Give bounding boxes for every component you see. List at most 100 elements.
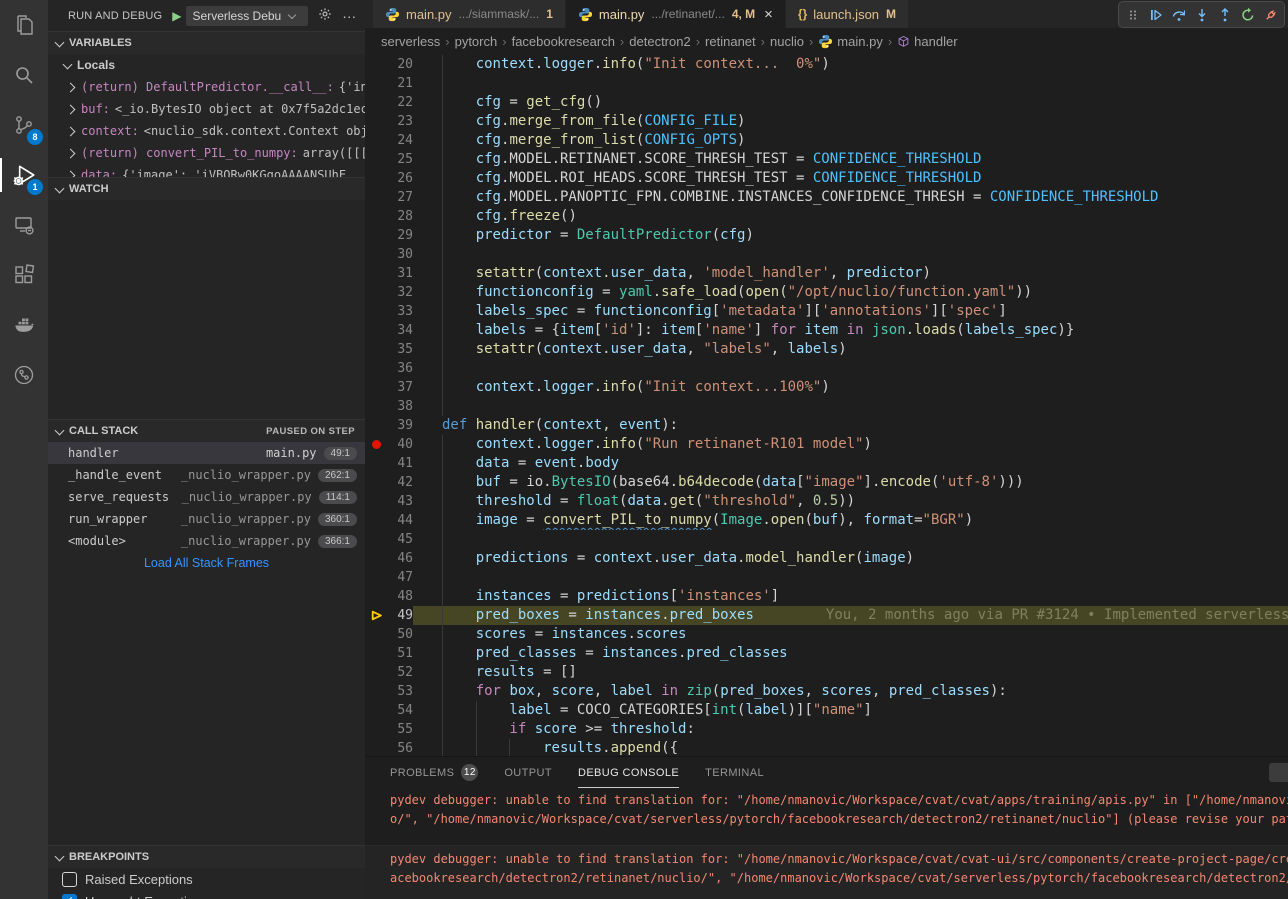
variable-row[interactable]: data:{'image': 'iVBORw0KGgoAAAANSUhE… xyxy=(48,164,365,177)
git-graph-icon[interactable] xyxy=(0,350,48,400)
gutter-glyph-margin[interactable] xyxy=(365,492,387,511)
gutter-glyph-margin[interactable] xyxy=(365,606,387,625)
gutter-glyph-margin[interactable] xyxy=(365,283,387,302)
gutter-glyph-margin[interactable] xyxy=(365,131,387,150)
gutter-glyph-margin[interactable] xyxy=(365,55,387,74)
breadcrumb-item[interactable]: pytorch xyxy=(455,34,498,49)
disconnect-icon[interactable] xyxy=(1259,4,1282,26)
load-all-stack-frames-link[interactable]: Load All Stack Frames xyxy=(48,552,365,574)
breakpoint-checkbox[interactable]: ✓ xyxy=(62,894,77,899)
line-content[interactable]: predictions = context.user_data.model_ha… xyxy=(413,549,1288,568)
gutter-glyph-margin[interactable] xyxy=(365,302,387,321)
panel-tab-debug-console[interactable]: DEBUG CONSOLE xyxy=(578,757,679,788)
line-content[interactable] xyxy=(413,245,1288,264)
breadcrumb-item[interactable]: main.py xyxy=(818,34,883,49)
line-content[interactable]: pred_classes = instances.pred_classes xyxy=(413,644,1288,663)
line-content[interactable]: setattr(context.user_data, "labels", lab… xyxy=(413,340,1288,359)
panel-tab-problems[interactable]: PROBLEMS12 xyxy=(390,757,478,788)
line-content[interactable]: predictor = DefaultPredictor(cfg) xyxy=(413,226,1288,245)
gutter-glyph-margin[interactable] xyxy=(365,587,387,606)
stack-frame-row[interactable]: run_wrapper_nuclio_wrapper.py360:1 xyxy=(48,508,365,530)
watch-header[interactable]: WATCH xyxy=(48,177,365,200)
gutter-glyph-margin[interactable] xyxy=(365,701,387,720)
step-out-icon[interactable] xyxy=(1213,4,1236,26)
code-line[interactable]: 31setattr(context.user_data, 'model_hand… xyxy=(365,264,1288,283)
gutter-glyph-margin[interactable] xyxy=(365,207,387,226)
line-content[interactable]: cfg = get_cfg() xyxy=(413,93,1288,112)
code-line[interactable]: 33labels_spec = functionconfig['metadata… xyxy=(365,302,1288,321)
line-content[interactable]: labels = {item['id']: item['name'] for i… xyxy=(413,321,1288,340)
code-line[interactable]: 55if score >= threshold: xyxy=(365,720,1288,739)
launch-config-dropdown[interactable]: Serverless Debu xyxy=(186,6,309,26)
code-line[interactable]: 51pred_classes = instances.pred_classes xyxy=(365,644,1288,663)
breakpoint-row[interactable]: ✓Uncaught Exceptions xyxy=(48,890,365,899)
code-line[interactable]: 44image = convert_PIL_to_numpy(Image.ope… xyxy=(365,511,1288,530)
line-content[interactable]: cfg.freeze() xyxy=(413,207,1288,226)
code-line[interactable]: 45 xyxy=(365,530,1288,549)
gutter-glyph-margin[interactable] xyxy=(365,378,387,397)
continue-icon[interactable] xyxy=(1144,4,1167,26)
gutter-glyph-margin[interactable] xyxy=(365,454,387,473)
gutter-glyph-margin[interactable] xyxy=(365,644,387,663)
code-line[interactable]: 26cfg.MODEL.ROI_HEADS.SCORE_THRESH_TEST … xyxy=(365,169,1288,188)
line-content[interactable]: image = convert_PIL_to_numpy(Image.open(… xyxy=(413,511,1288,530)
line-content[interactable] xyxy=(413,74,1288,93)
line-content[interactable]: data = event.body xyxy=(413,454,1288,473)
tab-launch.json[interactable]: {}launch.jsonM xyxy=(786,0,908,28)
line-content[interactable]: labels_spec = functionconfig['metadata']… xyxy=(413,302,1288,321)
code-line[interactable]: 35setattr(context.user_data, "labels", l… xyxy=(365,340,1288,359)
breadcrumb-item[interactable]: nuclio xyxy=(770,34,804,49)
code-line[interactable]: 23cfg.merge_from_file(CONFIG_FILE) xyxy=(365,112,1288,131)
stack-frame-row[interactable]: handlermain.py49:1 xyxy=(48,442,365,464)
line-content[interactable]: cfg.merge_from_file(CONFIG_FILE) xyxy=(413,112,1288,131)
breadcrumb-item[interactable]: facebookresearch xyxy=(512,34,615,49)
code-line[interactable]: 43threshold = float(data.get("threshold"… xyxy=(365,492,1288,511)
line-content[interactable] xyxy=(413,359,1288,378)
code-line[interactable]: 52results = [] xyxy=(365,663,1288,682)
code-line[interactable]: 39def handler(context, event): xyxy=(365,416,1288,435)
gutter-glyph-margin[interactable] xyxy=(365,720,387,739)
gutter-glyph-margin[interactable] xyxy=(365,416,387,435)
variable-row[interactable]: context:<nuclio_sdk.context.Context obje… xyxy=(48,120,365,142)
code-line[interactable]: 54label = COCO_CATEGORIES[int(label)]["n… xyxy=(365,701,1288,720)
variables-header[interactable]: VARIABLES xyxy=(48,31,365,54)
variable-row[interactable]: (return) convert_PIL_to_numpy:array([[[ … xyxy=(48,142,365,164)
docker-icon[interactable] xyxy=(0,300,48,350)
code-line[interactable]: 53for box, score, label in zip(pred_boxe… xyxy=(365,682,1288,701)
gutter-glyph-margin[interactable] xyxy=(365,112,387,131)
code-line[interactable]: 46predictions = context.user_data.model_… xyxy=(365,549,1288,568)
step-over-icon[interactable] xyxy=(1167,4,1190,26)
code-line[interactable]: 36 xyxy=(365,359,1288,378)
breadcrumb-item[interactable]: detectron2 xyxy=(629,34,690,49)
code-line[interactable]: 38 xyxy=(365,397,1288,416)
gutter-glyph-margin[interactable] xyxy=(365,226,387,245)
line-content[interactable]: cfg.MODEL.ROI_HEADS.SCORE_THRESH_TEST = … xyxy=(413,169,1288,188)
variable-row[interactable]: buf:<_io.BytesIO object at 0x7f5a2dc1ecc… xyxy=(48,98,365,120)
line-content[interactable]: functionconfig = yaml.safe_load(open("/o… xyxy=(413,283,1288,302)
code-line[interactable]: 48instances = predictions['instances'] xyxy=(365,587,1288,606)
code-line[interactable]: 50scores = instances.scores xyxy=(365,625,1288,644)
gutter-glyph-margin[interactable] xyxy=(365,93,387,112)
toolbar-gripper[interactable] xyxy=(1121,4,1144,26)
code-line[interactable]: 32functionconfig = yaml.safe_load(open("… xyxy=(365,283,1288,302)
gutter-glyph-margin[interactable] xyxy=(365,511,387,530)
code-line[interactable]: 22cfg = get_cfg() xyxy=(365,93,1288,112)
line-content[interactable]: context.logger.info("Init context... 0%"… xyxy=(413,55,1288,74)
code-line[interactable]: 42buf = io.BytesIO(base64.b64decode(data… xyxy=(365,473,1288,492)
code-line[interactable]: 29predictor = DefaultPredictor(cfg) xyxy=(365,226,1288,245)
restart-icon[interactable] xyxy=(1236,4,1259,26)
source-control-icon[interactable]: 8 xyxy=(0,100,48,150)
panel-tab-output[interactable]: OUTPUT xyxy=(504,757,552,788)
line-content[interactable]: results.append({ xyxy=(413,739,1288,756)
code-line[interactable]: 20context.logger.info("Init context... 0… xyxy=(365,55,1288,74)
search-icon[interactable] xyxy=(0,50,48,100)
line-content[interactable]: cfg.MODEL.RETINANET.SCORE_THRESH_TEST = … xyxy=(413,150,1288,169)
line-content[interactable]: for box, score, label in zip(pred_boxes,… xyxy=(413,682,1288,701)
line-content[interactable]: cfg.MODEL.PANOPTIC_FPN.COMBINE.INSTANCES… xyxy=(413,188,1288,207)
code-line[interactable]: 30 xyxy=(365,245,1288,264)
line-content[interactable]: def handler(context, event): xyxy=(413,416,1288,435)
close-icon[interactable]: × xyxy=(764,7,773,22)
code-line[interactable]: 28cfg.freeze() xyxy=(365,207,1288,226)
gutter-glyph-margin[interactable] xyxy=(365,321,387,340)
gutter-glyph-margin[interactable] xyxy=(365,74,387,93)
